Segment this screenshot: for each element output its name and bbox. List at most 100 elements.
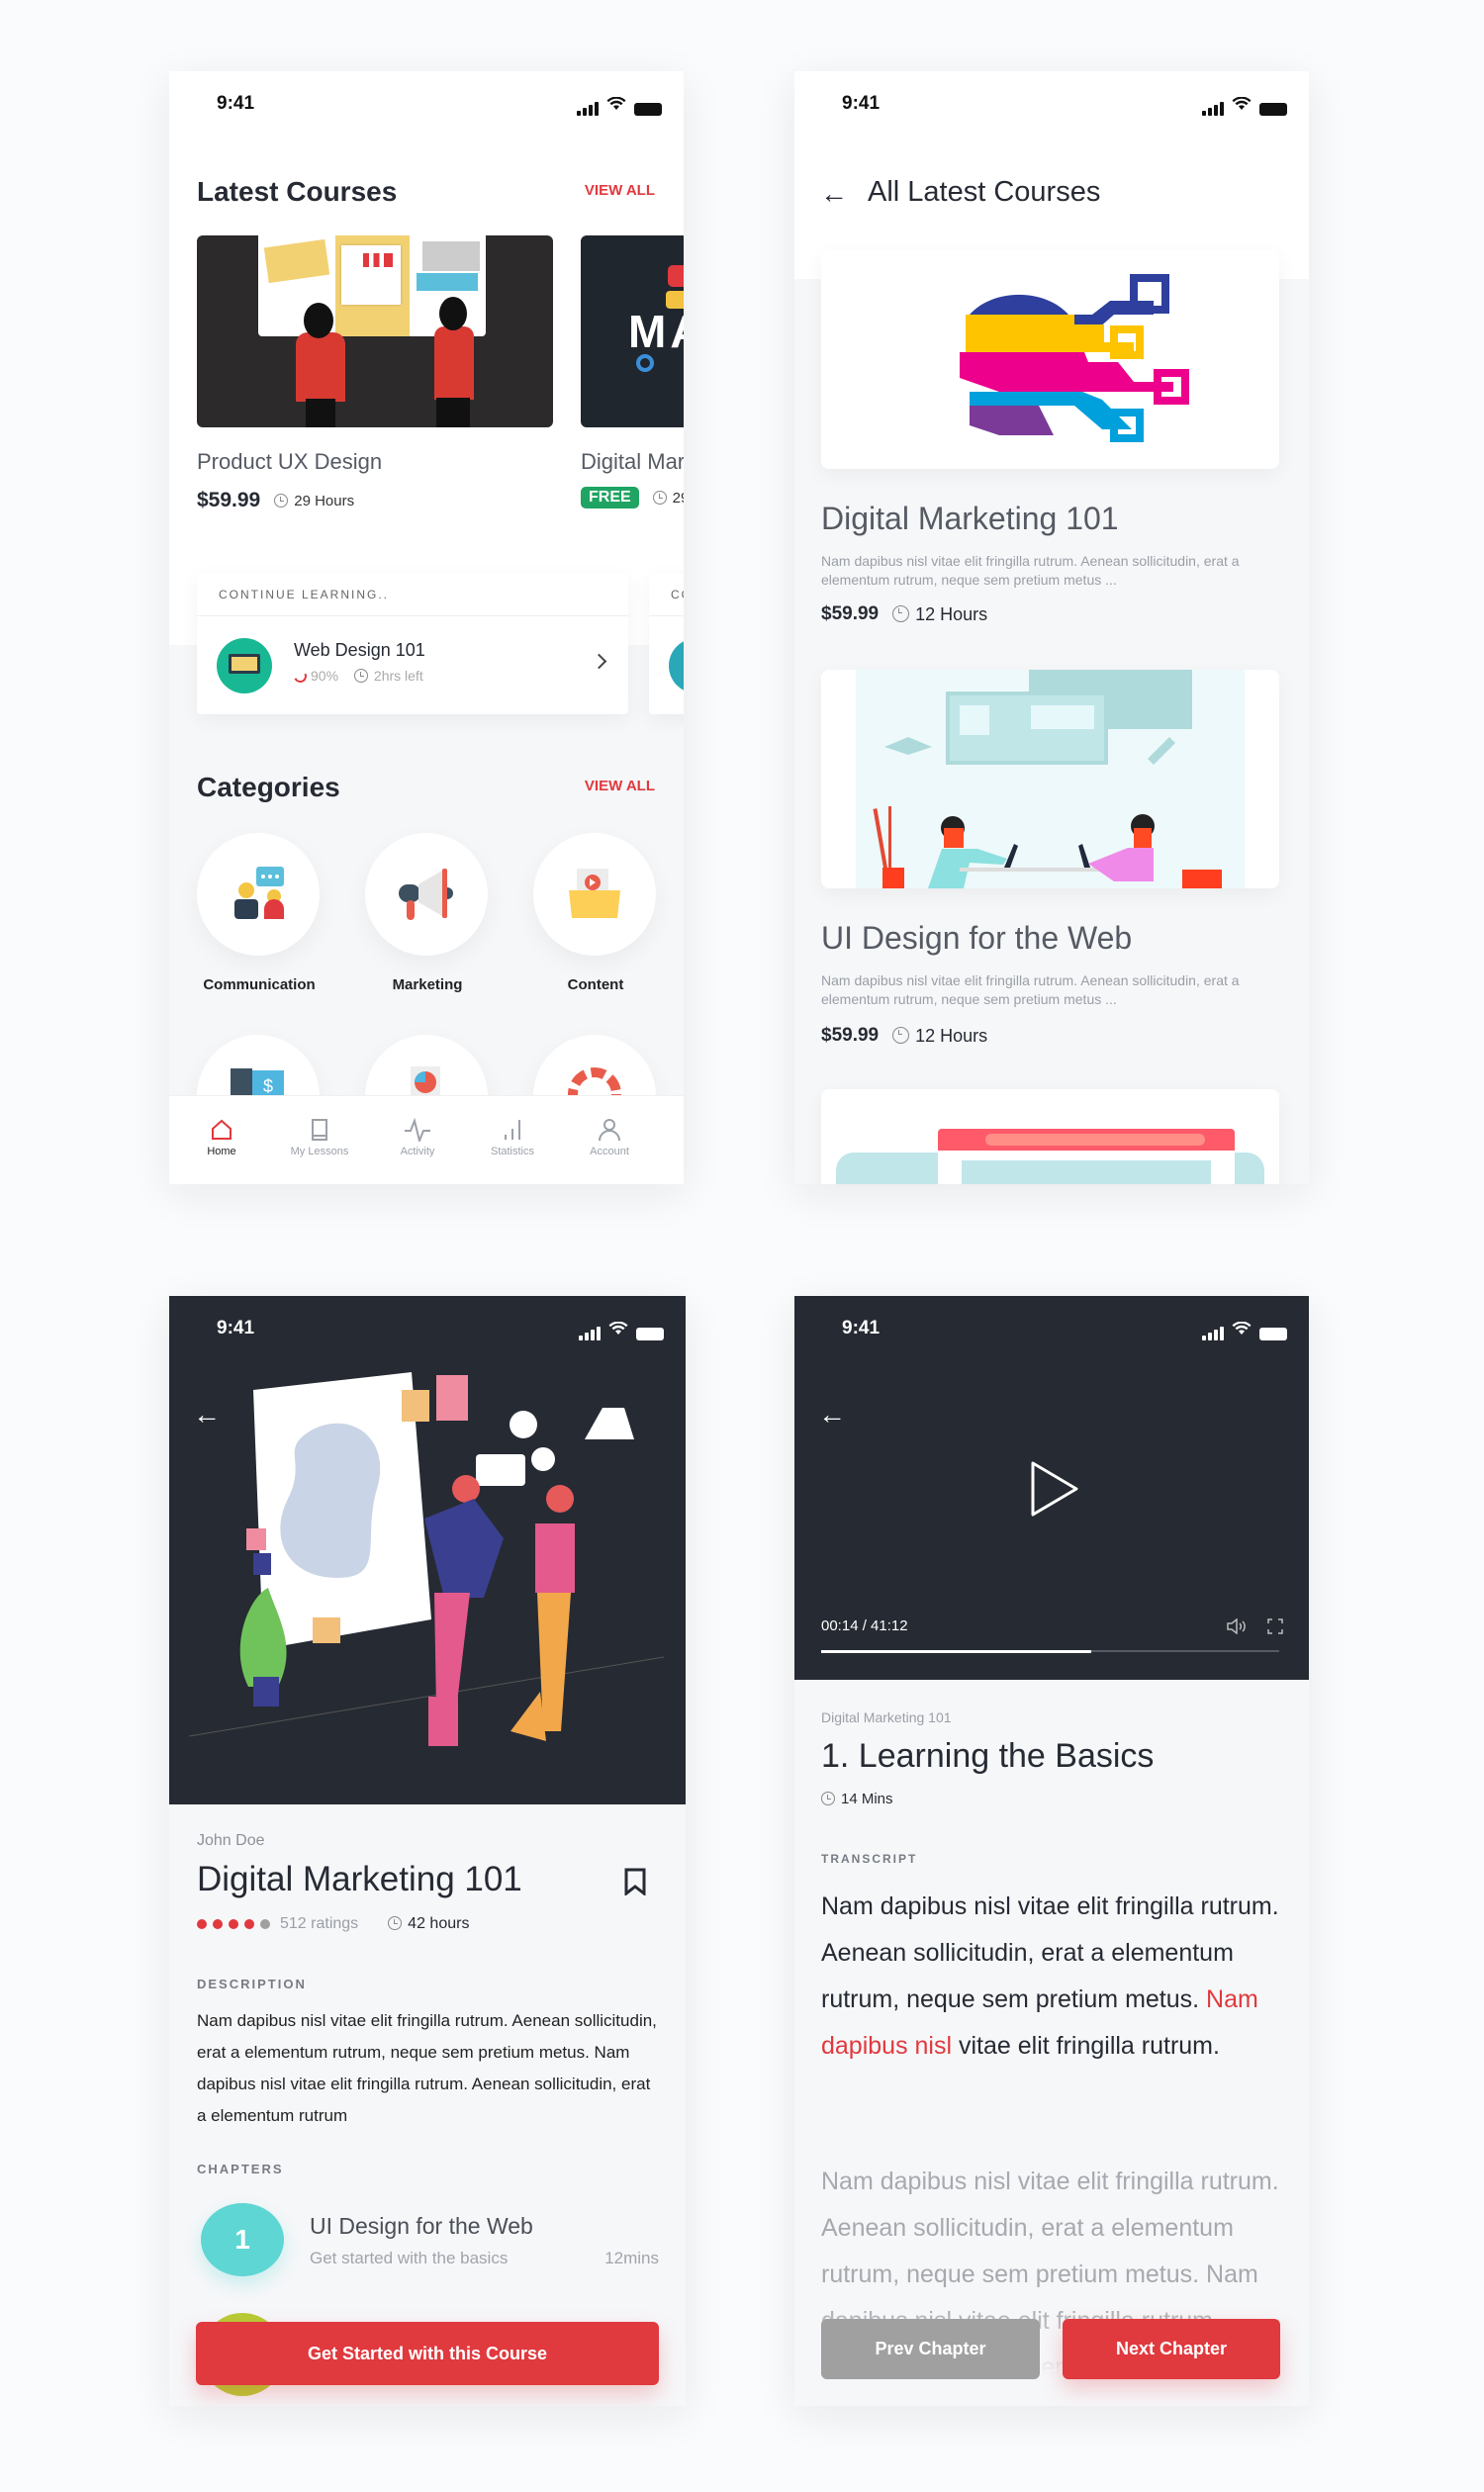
status-time: 9:41	[842, 93, 881, 114]
transcript-text: vitae elit fringilla rutrum.	[952, 2032, 1220, 2060]
volume-icon[interactable]	[1226, 1617, 1248, 1639]
get-started-button[interactable]: Get Started with this Course	[196, 2322, 659, 2385]
duration-text: 14 Mins	[841, 1791, 893, 1807]
signal-icon	[1202, 1327, 1224, 1340]
category-label: Marketing	[392, 976, 463, 993]
bookmark-icon[interactable]	[624, 1868, 646, 1900]
nav-label: Statistics	[490, 1146, 534, 1157]
wifi-icon	[608, 1321, 628, 1340]
home-screen: 9:41 Latest Courses VIEW ALL Product UX …	[169, 71, 684, 1184]
lesson-duration: 14 Mins	[821, 1791, 893, 1807]
chapter-item[interactable]: 1 UI Design for the Web Get started with…	[197, 2203, 659, 2286]
course-thumbnail: MA	[581, 235, 684, 427]
svg-text:$: $	[263, 1076, 273, 1096]
progress-ring-icon	[292, 668, 309, 685]
video-progress-fill	[821, 1649, 1092, 1653]
folder-video-icon	[569, 869, 620, 918]
section-title: Latest Courses	[197, 176, 398, 207]
video-time: 00:14 / 41:12	[821, 1617, 908, 1634]
course-description: Nam dapibus nisl vitae elit fringilla ru…	[821, 972, 1240, 1007]
category-marketing[interactable]	[365, 833, 488, 956]
course-thumbnail[interactable]	[821, 1089, 1279, 1184]
status-icons	[579, 1321, 664, 1340]
clock-icon	[892, 604, 910, 622]
wifi-icon	[1232, 96, 1252, 116]
clock-icon	[892, 1026, 910, 1044]
category-label: Communication	[203, 976, 316, 993]
hours-text: 29	[672, 489, 684, 507]
back-arrow-icon[interactable]: ←	[818, 1399, 846, 1431]
clock-icon	[353, 669, 368, 683]
nav-statistics[interactable]: Statistics	[468, 1118, 557, 1157]
category-communication[interactable]	[197, 833, 320, 956]
course-hours: 12 Hours	[892, 1026, 987, 1047]
status-icons	[1202, 1321, 1287, 1340]
nav-activity[interactable]: Activity	[373, 1118, 462, 1157]
course-description: Nam dapibus nisl vitae elit fringilla ru…	[197, 2011, 657, 2125]
rating-dot	[197, 1919, 207, 1929]
course-name: Digital Marketing 101	[821, 1709, 952, 1725]
next-chapter-button[interactable]: Next Chapter	[1063, 2319, 1280, 2379]
transcript-paragraph: Nam dapibus nisl vitae elit fringilla ru…	[821, 1884, 1286, 2070]
course-hours: 42 hours	[388, 1915, 469, 1933]
statistics-icon	[505, 1120, 520, 1140]
course-avatar	[669, 638, 684, 693]
time-left: 2hrs left	[373, 668, 423, 684]
course-avatar	[217, 638, 272, 693]
course-title[interactable]: UI Design for the Web	[821, 920, 1132, 957]
view-all-courses-link[interactable]: VIEW ALL	[585, 182, 655, 199]
hours-text: 42 hours	[408, 1915, 470, 1932]
chevron-right-icon[interactable]	[591, 653, 607, 670]
account-icon	[599, 1119, 620, 1142]
nav-home[interactable]: Home	[177, 1118, 266, 1157]
nav-label: Activity	[400, 1146, 435, 1157]
clock-icon	[388, 1916, 403, 1930]
course-thumbnail[interactable]	[821, 250, 1279, 469]
view-all-categories-link[interactable]: VIEW ALL	[585, 778, 655, 794]
signal-icon	[577, 102, 599, 116]
rating-dots	[197, 1919, 270, 1929]
back-arrow-icon[interactable]: ←	[820, 178, 848, 210]
course-card[interactable]: MA Digital Mar FREE 29	[581, 235, 684, 508]
category-content[interactable]	[533, 833, 656, 956]
course-author: John Doe	[197, 1832, 265, 1849]
nav-my-lessons[interactable]: My Lessons	[275, 1118, 364, 1157]
lesson-title: 1. Learning the Basics	[821, 1737, 1155, 1775]
course-title: Digital Mar	[581, 449, 684, 474]
status-time: 9:41	[217, 1318, 255, 1338]
back-arrow-icon[interactable]: ←	[193, 1399, 221, 1431]
hero-illustration	[188, 1372, 665, 1746]
prev-chapter-button[interactable]: Prev Chapter	[821, 2319, 1040, 2379]
hours-text: 29 Hours	[294, 492, 355, 509]
ratings-count: 512 ratings	[280, 1915, 359, 1932]
continue-learning-label: CONTINUE LEARNING..	[197, 573, 628, 616]
status-time: 9:41	[842, 1318, 881, 1338]
course-thumbnail[interactable]	[821, 670, 1279, 888]
course-detail-screen: 9:41 ← John Doe Digital Marketing 101 51…	[169, 1296, 686, 2406]
status-icons	[577, 96, 662, 116]
continue-learning-card[interactable]: CONTINUE LEARNING.. Web Design 101 90% 2…	[197, 573, 628, 714]
course-price: $59.99	[821, 1025, 880, 1046]
signal-icon	[579, 1327, 601, 1340]
rating-dot	[229, 1919, 238, 1929]
course-card[interactable]: Product UX Design $59.99 29 Hours	[197, 235, 553, 512]
nav-account[interactable]: Account	[565, 1118, 654, 1157]
wifi-icon	[606, 96, 626, 116]
hours-text: 12 Hours	[915, 1025, 988, 1046]
book-icon	[312, 1119, 327, 1141]
battery-icon	[634, 103, 662, 116]
continue-learning-card[interactable]: CO	[649, 573, 684, 714]
rating-dot	[260, 1919, 270, 1929]
course-title[interactable]: Digital Marketing 101	[821, 501, 1119, 537]
course-price: $59.99	[197, 489, 261, 511]
battery-icon	[1259, 103, 1287, 116]
fullscreen-icon[interactable]	[1267, 1618, 1283, 1639]
categories-title: Categories	[197, 772, 340, 802]
video-progress-track[interactable]	[821, 1649, 1279, 1653]
progress-text: 90%	[311, 668, 339, 684]
course-thumbnail	[197, 235, 553, 427]
people-chat-icon	[234, 867, 284, 919]
description-label: DESCRIPTION	[197, 1977, 307, 1991]
clock-icon	[821, 1792, 835, 1805]
play-icon[interactable]	[1030, 1460, 1079, 1523]
